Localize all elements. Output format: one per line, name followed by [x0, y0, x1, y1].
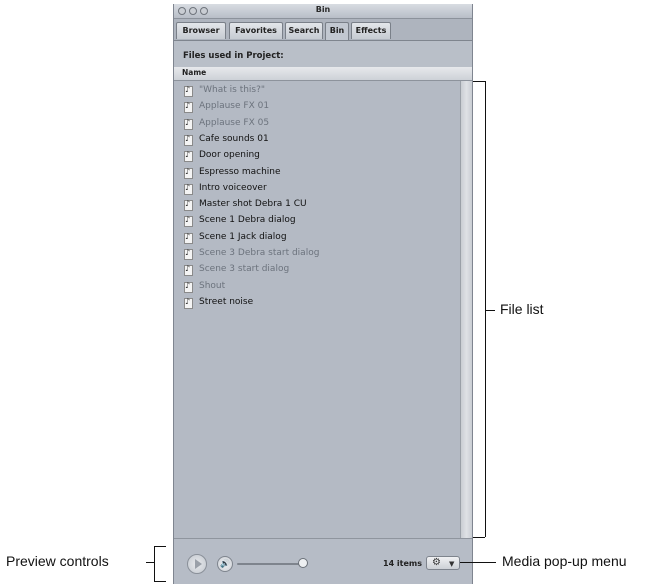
file-name: Scene 3 Debra start dialog [199, 248, 320, 258]
media-popup-callout: Media pop-up menu [502, 553, 627, 569]
audio-file-icon [184, 183, 193, 195]
bin-window: Bin Browser Favorites Search Bin Effects… [173, 4, 473, 584]
vertical-scrollbar[interactable] [460, 81, 472, 539]
file-name: Street noise [199, 296, 254, 307]
list-item[interactable]: Scene 3 Debra start dialog [184, 247, 454, 263]
file-list-bracket-top [473, 81, 485, 82]
list-item[interactable]: Scene 1 Jack dialog [184, 231, 454, 247]
list-item[interactable]: Scene 1 Debra dialog [184, 214, 454, 230]
preview-controls-callout: Preview controls [6, 553, 109, 569]
file-name: Applause FX 01 [199, 101, 270, 112]
items-count: 14 items [383, 559, 423, 568]
chevron-down-icon: ▼ [449, 560, 455, 568]
audio-file-icon [184, 167, 193, 179]
tab-bin[interactable]: Bin [325, 22, 349, 40]
files-used-header: Files used in Project: [174, 41, 472, 68]
list-item[interactable]: Espresso machine [184, 166, 454, 182]
play-button[interactable] [187, 554, 207, 574]
list-item[interactable]: Master shot Debra 1 CU [184, 198, 454, 214]
speaker-icon[interactable]: 🔊 [217, 556, 233, 572]
file-list-bracket [485, 81, 486, 537]
file-name: Cafe sounds 01 [199, 133, 269, 144]
file-list[interactable]: "What is this?" Applause FX 01 Applause FX… [174, 81, 460, 539]
audio-file-icon [184, 248, 193, 260]
audio-file-icon [184, 199, 193, 212]
audio-file-icon [184, 264, 193, 277]
media-popup-leader [460, 562, 496, 563]
file-list-callout: File list [500, 301, 544, 317]
tab-favorites[interactable]: Favorites [229, 22, 283, 39]
audio-file-icon [184, 134, 193, 146]
title-bar[interactable]: Bin [174, 4, 472, 19]
file-name: "What is this?" [199, 85, 266, 95]
list-item[interactable]: Intro voiceover [184, 182, 454, 198]
file-list-bracket-bottom [473, 537, 485, 538]
bottom-toolbar: 🔊 14 items ⚙ ▼ [174, 538, 472, 584]
gear-icon: ⚙ [432, 557, 441, 568]
audio-file-icon [184, 101, 193, 114]
file-name: Intro voiceover [199, 182, 267, 193]
audio-file-icon [184, 281, 193, 293]
files-used-label: Files used in Project: [183, 51, 284, 61]
media-popup-menu[interactable]: ⚙ ▼ [426, 556, 460, 570]
file-name: Door opening [199, 150, 260, 161]
audio-file-icon [184, 297, 193, 309]
volume-slider-track[interactable] [237, 563, 303, 565]
list-item[interactable]: Scene 3 start dialog [184, 263, 454, 279]
list-item[interactable]: "What is this?" [184, 84, 454, 100]
audio-file-icon [184, 215, 193, 228]
volume-slider-thumb[interactable] [298, 558, 308, 568]
audio-file-icon [184, 150, 193, 163]
name-column-header[interactable]: Name [174, 67, 472, 81]
file-name: Shout [199, 280, 226, 291]
audio-file-icon [184, 232, 193, 244]
file-name: Scene 1 Debra dialog [199, 215, 296, 226]
audio-file-icon [184, 118, 193, 130]
list-item[interactable]: Cafe sounds 01 [184, 133, 454, 149]
file-name: Scene 3 start dialog [199, 264, 290, 275]
preview-controls-bracket-bottom [154, 581, 166, 582]
list-item[interactable]: Street noise [184, 296, 454, 312]
file-name: Master shot Debra 1 CU [199, 199, 307, 210]
name-column-label: Name [182, 68, 207, 77]
list-item[interactable]: Applause FX 01 [184, 100, 454, 116]
file-name: Scene 1 Jack dialog [199, 231, 287, 242]
list-item[interactable]: Applause FX 05 [184, 117, 454, 133]
window-title: Bin [315, 5, 331, 14]
preview-controls-bracket-top [154, 546, 166, 547]
tab-bar: Browser Favorites Search Bin Effects [174, 19, 472, 41]
preview-controls-leader [146, 562, 154, 563]
list-item[interactable]: Shout [184, 280, 454, 296]
audio-file-icon [184, 85, 193, 97]
tab-search[interactable]: Search [285, 22, 323, 39]
tab-effects[interactable]: Effects [351, 22, 391, 39]
tab-browser[interactable]: Browser [176, 22, 226, 39]
file-name: Espresso machine [199, 166, 281, 177]
preview-controls-bracket [154, 546, 155, 582]
file-list-leader [485, 310, 495, 311]
list-item[interactable]: Door opening [184, 149, 454, 165]
file-name: Applause FX 05 [199, 117, 270, 128]
